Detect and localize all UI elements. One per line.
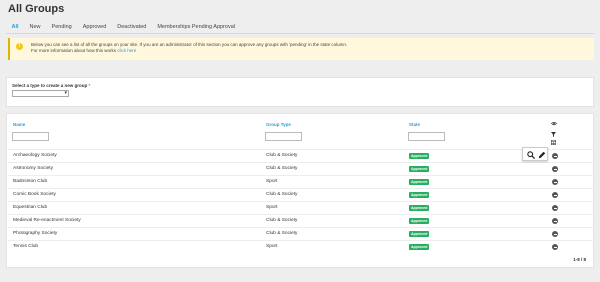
table-row[interactable]: Medieval Re-enactment Society Club & Soc… — [8, 214, 594, 227]
create-group-panel: Select a type to create a new group * ▾ — [6, 77, 594, 107]
alert-line-2-prefix: For more information about how this work… — [31, 48, 118, 53]
group-type: Sport — [266, 244, 278, 249]
exclamation-icon: ! — [16, 43, 23, 50]
row-actions-icon[interactable] — [552, 153, 558, 159]
group-name[interactable]: Badminton Club — [13, 179, 47, 184]
groups-table: Name Group Type State Archaeology Societ… — [6, 113, 594, 268]
group-name[interactable]: Equestrian Club — [13, 205, 47, 210]
required-mark: * — [88, 83, 91, 88]
group-type: Club & Society — [266, 192, 298, 197]
tab-bar: All New Pending Approved Deactivated Mem… — [6, 22, 240, 32]
column-header-group-type[interactable]: Group Type — [266, 122, 291, 127]
column-header-state[interactable]: State — [409, 122, 420, 127]
tab-deactivated[interactable]: Deactivated — [112, 22, 152, 32]
status-badge: Approved — [409, 218, 430, 224]
group-name[interactable]: Photography Society — [13, 231, 57, 236]
status-badge: Approved — [409, 166, 430, 172]
alert-text: Below you can see a list of all the grou… — [31, 42, 347, 54]
pencil-icon[interactable] — [538, 151, 546, 159]
chevron-down-icon: ▾ — [64, 90, 67, 96]
table-grid-icon[interactable] — [551, 140, 556, 145]
table-row[interactable]: Photography Society Club & Society Appro… — [8, 227, 594, 240]
row-actions-icon[interactable] — [552, 166, 558, 172]
group-name[interactable]: Archaeology Society — [13, 153, 57, 158]
table-row[interactable]: Badminton Club Sport Approved — [8, 175, 594, 188]
create-group-label: Select a type to create a new group * — [12, 83, 90, 88]
row-actions-icon[interactable] — [552, 244, 558, 250]
row-actions-icon[interactable] — [552, 231, 558, 237]
alert-line-2: For more information about how this work… — [31, 48, 347, 54]
create-group-label-text: Select a type to create a new group — [12, 83, 88, 88]
row-action-popover — [522, 147, 548, 161]
row-actions-icon[interactable] — [552, 179, 558, 185]
status-badge: Approved — [409, 153, 430, 159]
table-row[interactable]: Equestrian Club Sport Approved — [8, 201, 594, 214]
group-type-filter-input[interactable] — [265, 132, 302, 141]
status-badge: Approved — [409, 231, 430, 237]
tab-approved[interactable]: Approved — [77, 22, 112, 32]
name-filter-input[interactable] — [12, 132, 49, 141]
eye-icon[interactable] — [551, 121, 557, 126]
state-filter-input[interactable] — [408, 132, 445, 141]
tab-memberships-pending[interactable]: Memberships Pending Approval — [152, 22, 241, 32]
group-type: Club & Society — [266, 166, 298, 171]
group-type: Club & Society — [266, 218, 298, 223]
group-type: Sport — [266, 179, 278, 184]
search-icon[interactable] — [527, 151, 535, 159]
status-badge: Approved — [409, 205, 430, 211]
status-badge: Approved — [409, 179, 430, 185]
table-row[interactable]: Tennis Club Sport Approved — [8, 240, 594, 253]
group-type: Sport — [266, 205, 278, 210]
tab-new[interactable]: New — [24, 22, 46, 32]
page-title: All Groups — [8, 3, 65, 15]
table-row[interactable]: Comic Book Society Club & Society Approv… — [8, 188, 594, 201]
table-row[interactable]: Astronomy Society Club & Society Approve… — [8, 162, 594, 175]
info-alert: ! Below you can see a list of all the gr… — [8, 38, 594, 60]
group-name[interactable]: Medieval Re-enactment Society — [13, 218, 81, 223]
group-type: Club & Society — [266, 231, 298, 236]
status-badge: Approved — [409, 244, 430, 250]
row-actions-icon[interactable] — [552, 192, 558, 198]
alert-help-link[interactable]: click here — [117, 48, 136, 53]
tab-pending[interactable]: Pending — [46, 22, 77, 32]
column-header-name[interactable]: Name — [13, 122, 25, 127]
group-name[interactable]: Tennis Club — [13, 244, 38, 249]
row-actions-icon[interactable] — [552, 218, 558, 224]
group-type-select[interactable]: ▾ — [12, 90, 69, 97]
tab-all[interactable]: All — [6, 22, 24, 32]
row-actions-icon[interactable] — [552, 205, 558, 211]
filter-icon[interactable] — [551, 132, 556, 137]
group-name[interactable]: Comic Book Society — [13, 192, 56, 197]
status-badge: Approved — [409, 192, 430, 198]
pagination-count: 1-8 / 8 — [573, 257, 586, 262]
group-name[interactable]: Astronomy Society — [13, 166, 53, 171]
tab-divider — [6, 33, 594, 34]
group-type: Club & Society — [266, 153, 298, 158]
table-row[interactable]: Archaeology Society Club & Society Appro… — [8, 149, 594, 162]
